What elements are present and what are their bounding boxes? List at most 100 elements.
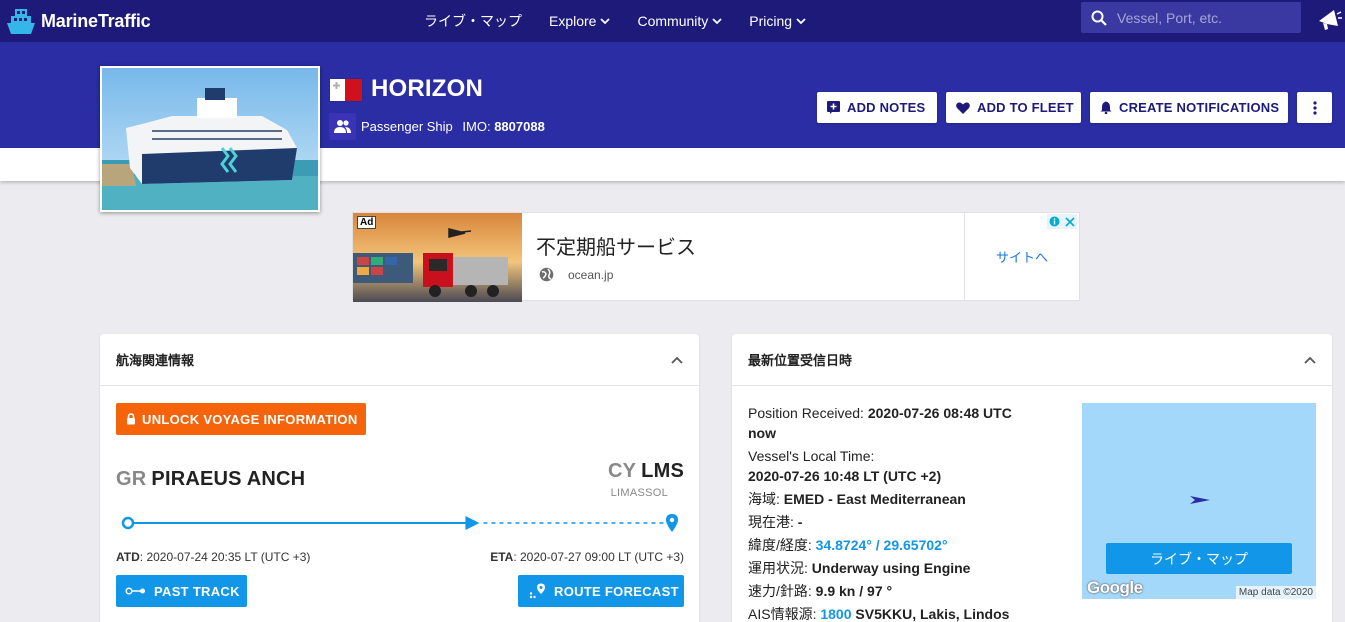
local-time-label: Vessel's Local Time: <box>748 448 875 464</box>
origin-marker <box>121 516 135 530</box>
search-icon <box>1091 10 1107 26</box>
ais-source-row: AIS情報源: 1800 SV5KKU, Lakis, Lindos <box>748 604 1038 622</box>
ship-logo-icon <box>7 9 35 34</box>
nav-status-label: 運用状況: <box>748 560 812 576</box>
add-to-fleet-button[interactable]: ADD TO FLEET <box>946 92 1081 123</box>
latlon-row: 緯度/経度: 34.8724° / 29.65702° <box>748 535 1038 555</box>
megaphone-icon[interactable] <box>1316 6 1342 32</box>
departure-port-name: PIRAEUS ANCH <box>151 468 306 490</box>
position-received-row: Position Received: 2020-07-26 08:48 UTC … <box>748 403 1038 443</box>
speed-course-row: 速力/針路: 9.9 kn / 97 ° <box>748 581 1038 601</box>
mini-map[interactable]: ライブ・マップ Google Map data ©2020 <box>1082 403 1316 599</box>
speed-course-label: 速力/針路: <box>748 583 816 599</box>
nav-item-label: Community <box>637 13 709 29</box>
add-notes-label: ADD NOTES <box>847 100 926 115</box>
destination-port[interactable]: CY LMS <box>608 460 684 483</box>
bell-icon <box>1100 101 1112 114</box>
add-notes-button[interactable]: ADD NOTES <box>817 92 937 123</box>
latlon-label: 緯度/経度: <box>748 537 816 553</box>
ad-title[interactable]: 不定期船サービス <box>536 231 696 260</box>
route-forecast-icon <box>529 583 545 599</box>
nav-item-live-map[interactable]: ライブ・マップ <box>424 11 522 31</box>
eta-label: ETA <box>490 550 514 564</box>
ad-info-icon[interactable] <box>1047 214 1062 229</box>
kebab-menu-icon <box>1312 100 1317 115</box>
nav-item-label: ライブ・マップ <box>424 13 522 29</box>
ad-url: ocean.jp <box>568 268 614 282</box>
imo-label: IMO: <box>462 119 491 134</box>
vessel-name: HORIZON <box>371 75 484 102</box>
nav-status-row: 運用状況: Underway using Engine <box>748 558 1038 578</box>
destination-port-full-name: LIMASSOL <box>610 487 668 499</box>
local-time-value: 2020-07-26 10:48 LT (UTC +2) <box>748 468 942 484</box>
search-box[interactable] <box>1081 2 1301 33</box>
heart-icon <box>956 102 970 114</box>
create-notifications-button[interactable]: CREATE NOTIFICATIONS <box>1090 92 1288 123</box>
position-received-label: Position Received: <box>748 405 868 421</box>
nav-item-community[interactable]: Community <box>637 13 722 29</box>
voyage-card-header[interactable]: 航海関連情報 <box>100 334 699 386</box>
eta-value: : 2020-07-27 09:00 LT (UTC +3) <box>513 550 684 564</box>
latlon-link[interactable]: 34.8724° / 29.65702° <box>816 537 948 553</box>
more-options-button[interactable] <box>1297 92 1332 123</box>
destination-pin-icon <box>666 514 678 532</box>
passenger-ship-icon <box>329 113 356 140</box>
nav-status-value: Underway using Engine <box>811 560 971 576</box>
position-card-header[interactable]: 最新位置受信日時 <box>732 334 1332 386</box>
chevron-up-icon[interactable] <box>671 356 683 364</box>
route-forecast-label: ROUTE FORECAST <box>554 583 679 599</box>
map-attribution: Map data ©2020 <box>1235 586 1316 599</box>
destination-country-code: CY <box>607 460 637 482</box>
chevron-down-icon <box>796 17 806 24</box>
current-port-row: 現在港: - <box>748 512 1038 532</box>
area-row: 海域: EMED - East Mediterranean <box>748 489 1038 509</box>
chevron-down-icon <box>712 17 722 24</box>
vessel-photo-image <box>102 68 318 210</box>
chevron-up-icon[interactable] <box>1304 356 1316 364</box>
route-forecast-button[interactable]: ROUTE FORECAST <box>518 575 684 607</box>
progress-arrow-icon <box>465 516 480 530</box>
vessel-photo[interactable] <box>100 66 320 212</box>
add-to-fleet-label: ADD TO FLEET <box>977 100 1074 115</box>
nav-item-pricing[interactable]: Pricing <box>749 13 806 29</box>
nav-item-explore[interactable]: Explore <box>549 13 611 29</box>
marinetraffic-logo[interactable]: MarineTraffic <box>6 6 151 36</box>
current-port-label: 現在港: <box>748 514 798 530</box>
ad-controls <box>1047 214 1077 229</box>
unlock-voyage-button[interactable]: UNLOCK VOYAGE INFORMATION <box>116 403 366 435</box>
live-map-button[interactable]: ライブ・マップ <box>1106 543 1292 574</box>
ad-banner[interactable]: Ad 不定期船サービス ocean.jp サイトへ <box>352 212 1080 302</box>
search-input[interactable] <box>1117 9 1287 26</box>
vessel-type-line: Passenger Ship IMO: 8807088 <box>361 119 545 134</box>
ad-close-icon[interactable] <box>1062 214 1077 229</box>
past-track-button[interactable]: PAST TRACK <box>116 575 247 607</box>
departure-port[interactable]: GR PIRAEUS ANCH <box>116 468 305 491</box>
add-note-icon <box>827 101 840 114</box>
top-nav: MarineTraffic ライブ・マップ Explore Community … <box>0 0 1345 42</box>
departure-country-code: GR <box>116 468 147 490</box>
chevron-down-icon <box>600 17 611 24</box>
ad-image[interactable]: Ad <box>353 213 522 302</box>
ais-station-link[interactable]: 1800 <box>820 606 851 622</box>
position-details: Position Received: 2020-07-26 08:48 UTC … <box>748 403 1038 622</box>
voyage-progress-track <box>121 514 678 532</box>
google-logo: Google <box>1087 578 1143 597</box>
atd-value: : 2020-07-24 20:35 LT (UTC +3) <box>139 550 311 564</box>
current-port-value: - <box>797 514 803 530</box>
ais-source-label: AIS情報源: <box>748 606 821 622</box>
nav-item-label: Pricing <box>749 13 793 29</box>
eta-line: ETA: 2020-07-27 09:00 LT (UTC +3) <box>490 550 684 564</box>
area-label: 海域: <box>748 491 784 507</box>
position-card-title: 最新位置受信日時 <box>748 353 853 368</box>
globe-icon <box>539 267 554 282</box>
nav-item-label: Explore <box>549 13 597 29</box>
vessel-position-marker-icon[interactable] <box>1190 495 1210 505</box>
unlock-voyage-label: UNLOCK VOYAGE INFORMATION <box>142 411 358 427</box>
malta-flag-icon <box>330 79 362 101</box>
area-value: EMED - East Mediterranean <box>783 491 966 507</box>
brand-name: MarineTraffic <box>41 10 151 31</box>
destination-port-name: LMS <box>641 460 684 482</box>
ad-badge: Ad <box>357 216 377 229</box>
atd-label: ATD <box>116 550 140 564</box>
past-track-label: PAST TRACK <box>154 583 240 599</box>
